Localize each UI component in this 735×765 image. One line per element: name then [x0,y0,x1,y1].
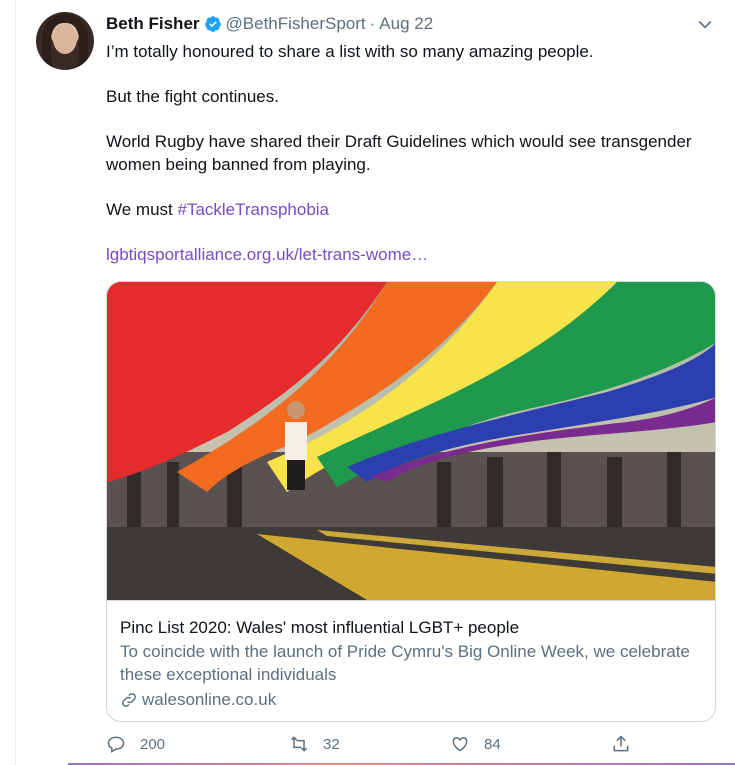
link-icon [122,693,136,707]
share-icon [613,735,629,752]
chevron-down-icon[interactable] [695,14,715,34]
avatar-hair [42,14,88,70]
tweet-container[interactable]: Beth Fisher @BethFisherSport · Aug 22 I’… [15,0,735,765]
like-button[interactable]: 84 [450,734,501,754]
card-title: Pinc List 2020: Wales' most influential … [120,618,520,637]
reply-count: 200 [140,735,166,753]
reply-button[interactable]: 200 [106,734,165,754]
we-must-text: We must [106,200,178,219]
card-domain: walesonline.co.uk [120,689,702,711]
reply-icon [107,736,125,753]
pride-flag-photo-illustration [107,282,715,600]
card-meta: Pinc List 2020: Wales' most influential … [107,600,715,721]
tweet-paragraph: I’m totally honoured to share a list wit… [106,42,594,61]
hashtag-link[interactable]: #TackleTransphobia [177,200,329,219]
link-preview-card[interactable]: Pinc List 2020: Wales' most influential … [106,281,716,722]
card-description: To coincide with the launch of Pride Cym… [120,642,690,684]
like-count: 84 [484,735,501,753]
author-handle[interactable]: @BethFisherSport [226,14,366,34]
tweet-header: Beth Fisher @BethFisherSport · Aug 22 [106,13,715,35]
tweet-paragraph: We must #TackleTransphobia [106,198,706,221]
card-domain-text: walesonline.co.uk [142,690,277,709]
pride-flag-crowd-photo [107,282,715,600]
verified-badge-icon [204,16,221,32]
tweet-paragraph: World Rugby have shared their Draft Guid… [106,132,692,174]
tweet-text: I’m totally honoured to share a list wit… [106,40,706,266]
retweet-button[interactable]: 32 [289,734,340,754]
tweet-date[interactable]: Aug 22 [379,14,433,34]
separator-dot: · [369,14,376,33]
tweet-actions: 200 32 84 [106,734,636,758]
avatar[interactable] [36,12,94,70]
external-link[interactable]: lgbtiqsportalliance.org.uk/let-trans-wom… [106,245,428,264]
share-button[interactable] [611,734,631,754]
retweet-count: 32 [323,735,340,753]
tweet-paragraph: But the fight continues. [106,87,279,106]
author-name[interactable]: Beth Fisher [106,14,200,34]
heart-icon [452,736,468,752]
retweet-icon [290,736,308,752]
